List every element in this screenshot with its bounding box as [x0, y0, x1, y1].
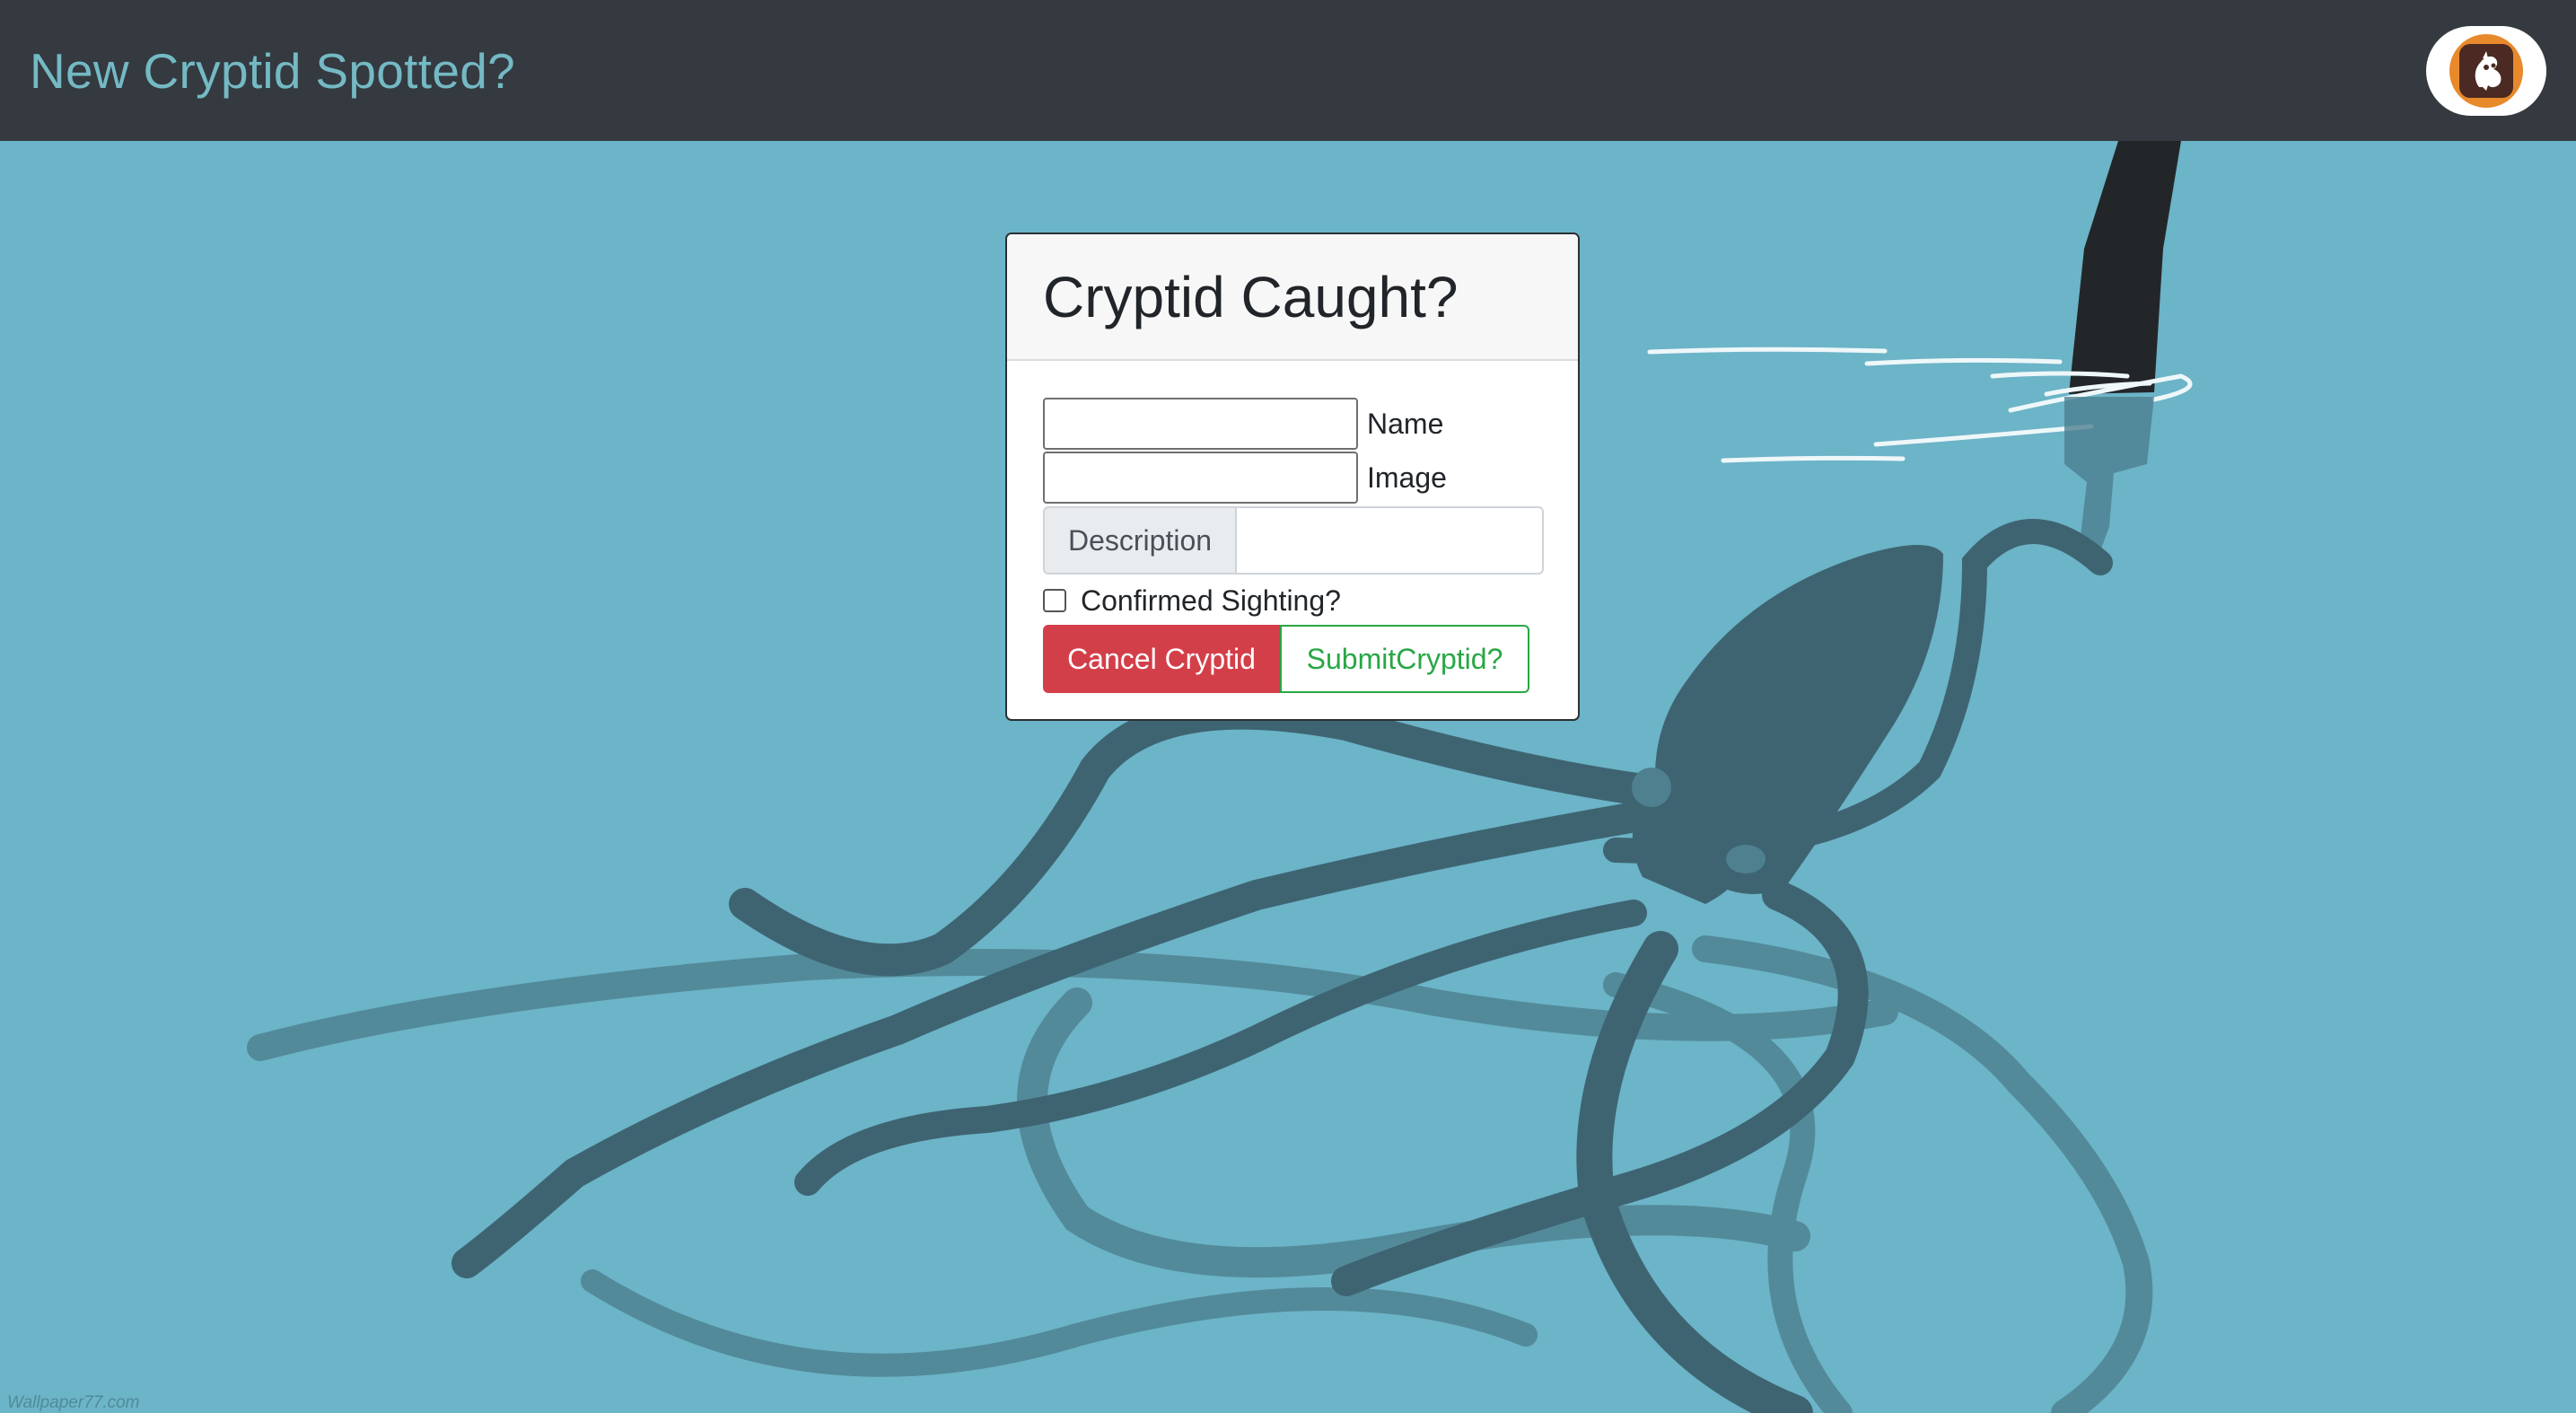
description-label: Description	[1043, 506, 1237, 575]
cancel-cryptid-button[interactable]: Cancel Cryptid	[1043, 625, 1280, 693]
image-row: Image	[1043, 451, 1544, 505]
confirmed-row: Confirmed Sighting?	[1043, 578, 1544, 623]
brand-title[interactable]: New Cryptid Spotted?	[30, 42, 515, 100]
form-title: Cryptid Caught?	[1043, 264, 1459, 329]
description-input[interactable]	[1237, 506, 1544, 575]
card-body: Name Image Description Confirmed Sightin…	[1007, 361, 1578, 693]
cryptid-logo-icon	[2449, 33, 2523, 108]
cryptid-form-card: Cryptid Caught? Name Image Description C…	[1005, 233, 1580, 721]
confirmed-checkbox[interactable]	[1043, 589, 1066, 612]
description-group: Description	[1043, 506, 1544, 575]
card-header: Cryptid Caught?	[1007, 234, 1578, 361]
wallpaper-watermark: Wallpaper77.com	[7, 1393, 140, 1412]
user-avatar[interactable]	[2426, 25, 2546, 116]
image-input[interactable]	[1043, 452, 1358, 504]
confirmed-label: Confirmed Sighting?	[1081, 584, 1341, 617]
name-label: Name	[1367, 407, 1444, 440]
name-input[interactable]	[1043, 398, 1358, 450]
name-row: Name	[1043, 397, 1544, 451]
image-label: Image	[1367, 461, 1447, 494]
top-navbar: New Cryptid Spotted?	[0, 0, 2576, 141]
form-buttons: Cancel Cryptid SubmitCryptid?	[1043, 625, 1544, 693]
submit-cryptid-button[interactable]: SubmitCryptid?	[1280, 625, 1529, 693]
